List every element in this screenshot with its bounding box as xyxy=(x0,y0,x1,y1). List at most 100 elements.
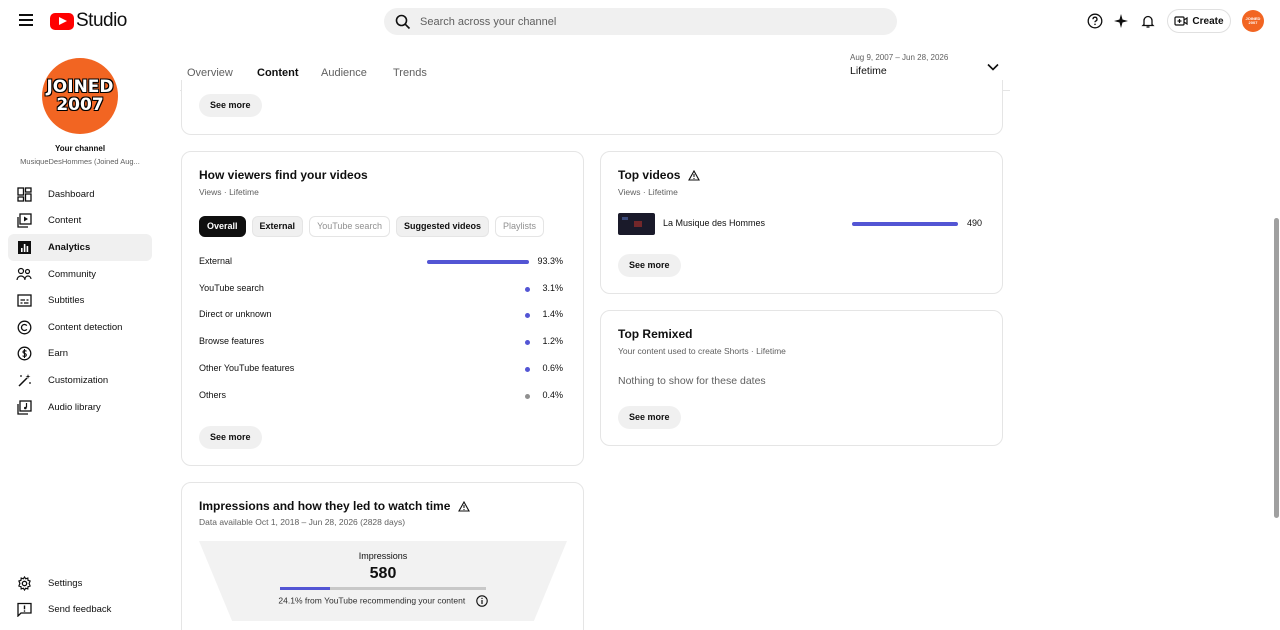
sidebar: JOINED 2007 Your channel MusiqueDesHomme… xyxy=(0,42,160,630)
traffic-dot xyxy=(525,393,530,399)
scrollbar-track[interactable] xyxy=(1273,42,1280,630)
channel-avatar[interactable]: JOINED 2007 xyxy=(42,58,118,134)
analytics-icon xyxy=(16,239,32,255)
youtube-play-icon xyxy=(50,12,74,30)
channel-name: MusiqueDesHommes (Joined Aug... xyxy=(20,157,140,166)
bell-icon[interactable] xyxy=(1139,12,1157,30)
sidebar-item-dashboard[interactable]: Dashboard xyxy=(8,181,152,208)
card-subtitle: Data available Oct 1, 2018 – Jun 28, 202… xyxy=(199,517,406,527)
studio-logo[interactable]: Studio xyxy=(50,10,127,32)
sidebar-item-label: Dashboard xyxy=(48,188,95,200)
community-icon xyxy=(16,266,32,282)
copyright-icon xyxy=(16,319,32,335)
top-remixed-card: Top Remixed Your content used to create … xyxy=(600,310,1003,446)
traffic-source: Others xyxy=(199,389,227,400)
traffic-percentage: 93.3% xyxy=(537,256,563,266)
chip-overall[interactable]: Overall xyxy=(199,216,246,237)
sparkle-icon[interactable] xyxy=(1112,12,1130,30)
traffic-dot xyxy=(525,286,530,292)
traffic-percentage: 0.6% xyxy=(542,362,563,373)
date-range-label: Lifetime xyxy=(850,65,887,77)
previous-card: See more xyxy=(181,80,1003,135)
sidebar-item-content[interactable]: Content xyxy=(8,208,152,235)
tab-trends[interactable]: Trends xyxy=(393,67,427,79)
card-title: Top videos xyxy=(618,168,985,182)
create-video-icon xyxy=(1174,16,1189,26)
traffic-row: Other YouTube features 0.6% xyxy=(199,363,563,377)
create-label: Create xyxy=(1192,15,1224,27)
recommend-track xyxy=(280,587,486,590)
logo-text: Studio xyxy=(76,10,127,31)
sidebar-item-community[interactable]: Community xyxy=(8,261,152,288)
empty-state-text: Nothing to show for these dates xyxy=(618,375,766,387)
traffic-bar xyxy=(427,260,529,264)
views-bar xyxy=(852,222,958,226)
sidebar-item-label: Earn xyxy=(48,348,69,360)
sidebar-bottom-nav: Settings Send feedback xyxy=(8,570,152,623)
top-video-row[interactable]: La Musique des Hommes 490 xyxy=(618,213,982,235)
traffic-row: YouTube search 3.1% xyxy=(199,283,563,297)
traffic-source: Browse features xyxy=(199,336,265,347)
sidebar-item-label: Analytics xyxy=(48,241,91,253)
tab-audience[interactable]: Audience xyxy=(321,67,367,79)
sidebar-item-customization[interactable]: Customization xyxy=(8,367,152,394)
warning-icon[interactable] xyxy=(688,169,701,181)
top-videos-card: Top videos Views · Lifetime La Musique d… xyxy=(600,151,1003,294)
card-title: How viewers find your videos xyxy=(199,168,368,182)
card-title: Impressions and how they led to watch ti… xyxy=(199,499,566,513)
traffic-row: External 93.3% xyxy=(199,256,563,270)
subtitles-icon xyxy=(16,293,32,309)
see-more-button[interactable]: See more xyxy=(618,406,681,429)
chevron-down-icon[interactable] xyxy=(987,60,999,74)
tab-content[interactable]: Content xyxy=(257,67,299,79)
date-range-picker[interactable]: Aug 9, 2007 – Jun 28, 2026 Lifetime xyxy=(850,53,948,77)
sidebar-item-content-detection[interactable]: Content detection xyxy=(8,314,152,341)
avatar-sm-line2: 2007 xyxy=(1248,20,1258,25)
card-subtitle: Views · Lifetime xyxy=(199,187,259,197)
warning-icon[interactable] xyxy=(458,500,471,512)
sidebar-item-label: Settings xyxy=(48,577,83,589)
search-bar[interactable] xyxy=(384,8,897,35)
sidebar-nav: Dashboard Content Analytics Community Su… xyxy=(8,181,152,420)
magic-wand-icon xyxy=(16,372,32,388)
chip-youtube-search[interactable]: YouTube search xyxy=(309,216,390,237)
help-icon[interactable] xyxy=(1086,12,1104,30)
chip-playlists[interactable]: Playlists xyxy=(494,216,544,237)
traffic-dot xyxy=(525,366,530,372)
content-icon xyxy=(16,213,32,229)
account-avatar[interactable]: JOINED 2007 xyxy=(1242,10,1264,32)
sidebar-item-send-feedback[interactable]: Send feedback xyxy=(8,597,152,624)
sidebar-item-earn[interactable]: Earn xyxy=(8,341,152,368)
scrollbar-thumb[interactable] xyxy=(1274,218,1279,518)
create-button[interactable]: Create xyxy=(1167,9,1231,33)
card-subtitle: Your content used to create Shorts · Lif… xyxy=(618,346,786,356)
search-input[interactable] xyxy=(420,15,820,28)
sidebar-item-settings[interactable]: Settings xyxy=(8,570,152,597)
card-title-text: Top videos xyxy=(618,168,681,182)
see-more-button[interactable]: See more xyxy=(618,254,681,277)
sidebar-item-label: Subtitles xyxy=(48,295,85,307)
sidebar-item-label: Content xyxy=(48,215,82,227)
traffic-percentage: 1.4% xyxy=(542,309,563,320)
sidebar-item-analytics[interactable]: Analytics xyxy=(8,234,152,261)
top-bar: Studio Create JOINED2007 xyxy=(0,0,1280,42)
see-more-button[interactable]: See more xyxy=(199,426,262,449)
feedback-icon xyxy=(16,602,32,618)
traffic-row: Direct or unknown 1.4% xyxy=(199,309,563,323)
dollar-icon xyxy=(16,346,32,362)
info-icon[interactable] xyxy=(475,595,488,607)
sidebar-item-subtitles[interactable]: Subtitles xyxy=(8,287,152,314)
tab-overview[interactable]: Overview xyxy=(187,67,233,79)
menu-icon[interactable] xyxy=(16,11,36,31)
traffic-percentage: 3.1% xyxy=(542,282,563,293)
gear-icon xyxy=(16,575,32,591)
traffic-percentage: 0.4% xyxy=(542,389,563,400)
sidebar-item-audio-library[interactable]: Audio library xyxy=(8,394,152,421)
chip-external[interactable]: External xyxy=(251,216,304,237)
see-more-button[interactable]: See more xyxy=(199,94,262,117)
date-range-dates: Aug 9, 2007 – Jun 28, 2026 xyxy=(850,53,949,62)
traffic-dot xyxy=(525,340,530,346)
impressions-label: Impressions xyxy=(358,551,408,561)
audio-library-icon xyxy=(16,399,32,415)
chip-suggested-videos[interactable]: Suggested videos xyxy=(395,216,489,237)
